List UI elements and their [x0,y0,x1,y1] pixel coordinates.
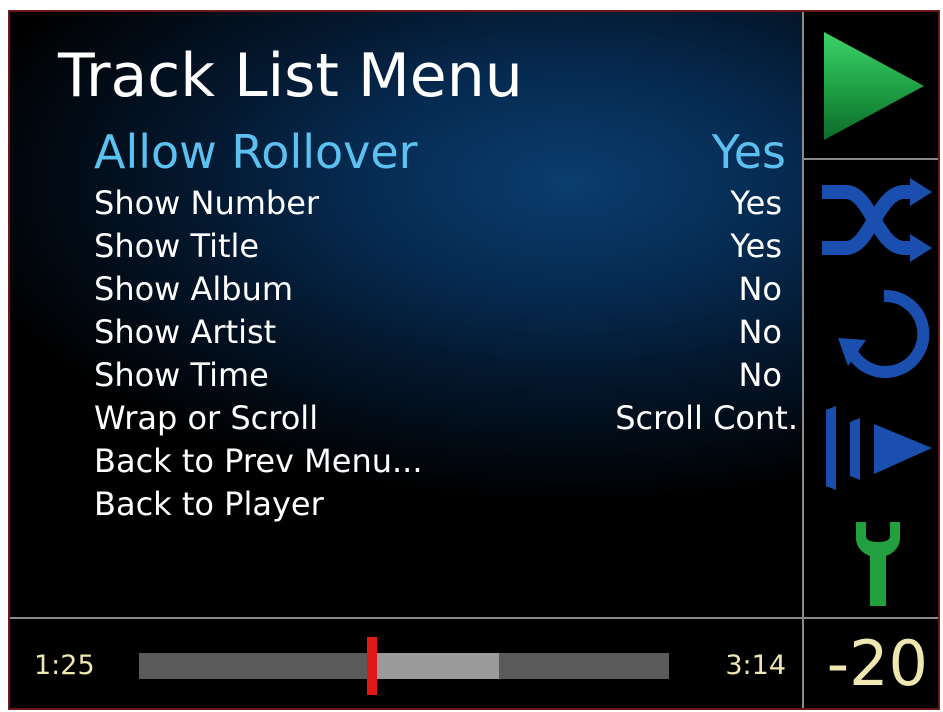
player-screen: Track List Menu Allow Rollover Yes Show … [8,10,940,710]
progress-bar[interactable] [139,637,669,695]
menu-item-label: Back to Prev Menu... [94,442,423,480]
menu-list: Allow Rollover Yes Show Number Yes Show … [10,12,802,617]
menu-item-show-time[interactable]: Show Time No [94,354,792,397]
menu-item-wrap-or-scroll[interactable]: Wrap or Scroll Scroll Cont. [94,397,798,440]
menu-item-allow-rollover[interactable]: Allow Rollover Yes [94,123,792,181]
progress-buffer [372,653,499,679]
menu-item-label: Wrap or Scroll [94,399,319,437]
menu-item-value: Yes [730,184,782,222]
menu-item-show-number[interactable]: Show Number Yes [94,182,792,225]
menu-item-value: Yes [711,125,786,179]
total-time: 3:14 [725,650,786,681]
menu-item-show-artist[interactable]: Show Artist No [94,311,792,354]
shuffle-icon[interactable] [820,174,934,266]
skip-icon[interactable] [822,402,934,494]
progress-handle[interactable] [367,637,377,695]
volume-display[interactable]: -20 [804,619,938,708]
menu-item-value: Scroll Cont. [615,399,798,437]
transport-bar: 1:25 3:14 [10,619,802,708]
menu-item-label: Show Artist [94,313,277,351]
side-divider [804,158,938,160]
repeat-icon[interactable] [836,286,932,384]
menu-item-show-album[interactable]: Show Album No [94,268,792,311]
menu-item-back-to-prev-menu[interactable]: Back to Prev Menu... [94,440,792,483]
play-icon[interactable] [818,28,930,144]
menu-item-show-title[interactable]: Show Title Yes [94,225,792,268]
menu-panel: Track List Menu Allow Rollover Yes Show … [10,12,802,617]
menu-item-label: Show Time [94,356,269,394]
menu-item-label: Show Number [94,184,320,222]
wrench-icon[interactable] [852,518,904,610]
menu-item-value: No [738,356,782,394]
menu-item-back-to-player[interactable]: Back to Player [94,483,792,526]
menu-item-value: Yes [730,227,782,265]
menu-item-label: Show Album [94,270,294,308]
menu-item-value: No [738,313,782,351]
menu-item-label: Show Title [94,227,260,265]
vertical-divider [802,12,804,708]
volume-level: -20 [826,627,928,700]
menu-item-label: Back to Player [94,485,324,523]
elapsed-time: 1:25 [34,650,95,681]
menu-item-value: No [738,270,782,308]
menu-item-label: Allow Rollover [94,125,418,179]
